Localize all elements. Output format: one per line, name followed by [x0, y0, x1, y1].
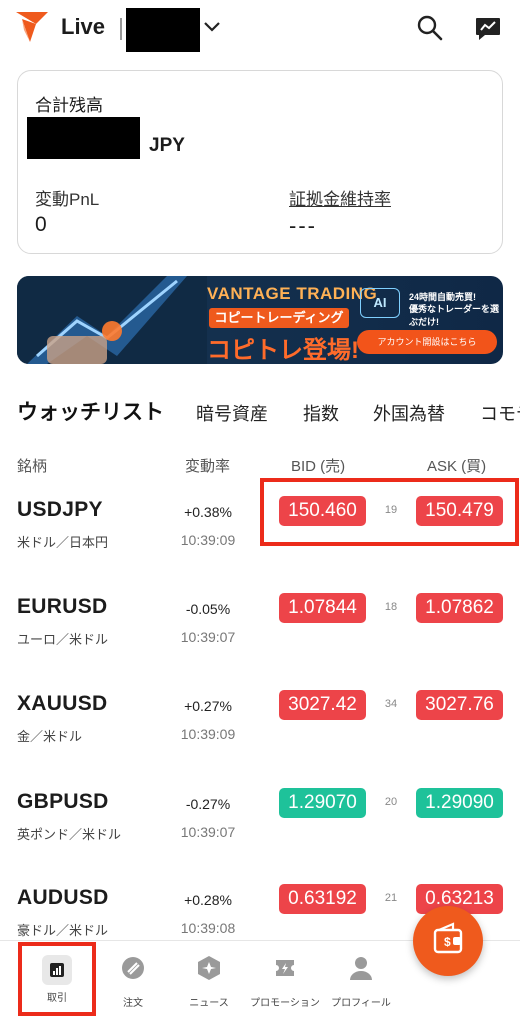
nav-label: 注文: [123, 998, 143, 1009]
row-time: 10:39:09: [180, 532, 236, 548]
row-spread: 21: [384, 892, 398, 904]
row-spread: 20: [384, 796, 398, 808]
header-divider: [120, 18, 122, 40]
tab-forex[interactable]: 外国為替: [373, 400, 445, 426]
tab-commodities[interactable]: コモデ: [480, 400, 520, 426]
row-description: 豪ドル／米ドル: [17, 923, 109, 938]
profile-icon: [350, 957, 372, 980]
search-icon[interactable]: [416, 14, 444, 42]
svg-text:$: $: [444, 935, 451, 949]
row-description: 金／米ドル: [17, 729, 83, 744]
row-symbol: XAUUSD: [17, 692, 108, 715]
table-row[interactable]: GBPUSD 英ポンド／米ドル -0.27% 10:39:07 1.29070 …: [0, 780, 520, 878]
banner-title: VANTAGE TRADING: [207, 284, 378, 303]
row-change: -0.05%: [185, 601, 231, 617]
row-change: +0.28%: [184, 892, 232, 908]
market-tabs: ウォッチリスト 暗号資産 指数 外国為替 コモデ: [0, 392, 520, 432]
nav-item-profile[interactable]: プロフィール: [321, 955, 401, 1009]
column-symbol: 銘柄: [17, 458, 48, 475]
row-time: 10:39:09: [180, 726, 236, 742]
tab-watchlist[interactable]: ウォッチリスト: [17, 396, 164, 426]
promo-banner[interactable]: VANTAGE TRADING コピートレーディング コピトレ登場! AI 24…: [17, 276, 503, 364]
open-account-button[interactable]: アカウント開設はこちら: [357, 330, 497, 354]
wallet-fab-button[interactable]: $: [413, 906, 483, 976]
row-time: 10:39:07: [180, 629, 236, 645]
chevron-down-icon[interactable]: [203, 20, 221, 34]
row-change: -0.27%: [185, 796, 231, 812]
account-mode-label[interactable]: Live: [61, 14, 105, 40]
row-description: 英ポンド／米ドル: [17, 827, 122, 842]
bid-price-button[interactable]: 3027.42: [279, 690, 366, 720]
margin-level-value: ---: [289, 213, 317, 238]
table-row[interactable]: XAUUSD 金／米ドル +0.27% 10:39:09 3027.42 34 …: [0, 682, 520, 780]
top-header: Live: [0, 0, 520, 58]
price-highlight-annotation: [260, 478, 519, 546]
bid-price-button[interactable]: 1.29070: [279, 788, 366, 818]
nav-item-promotions[interactable]: プロモーション: [245, 955, 325, 1009]
row-description: ユーロ／米ドル: [17, 632, 109, 647]
row-time: 10:39:08: [180, 920, 236, 936]
balance-currency: JPY: [149, 135, 185, 156]
balance-card: 合計残高 JPY 変動PnL 0 証拠金維持率 ---: [17, 70, 503, 254]
bid-price-button[interactable]: 0.63192: [279, 884, 366, 914]
row-symbol: USDJPY: [17, 498, 103, 521]
account-selector-redacted[interactable]: [126, 8, 200, 52]
ask-price-button[interactable]: 3027.76: [416, 690, 503, 720]
tab-indices[interactable]: 指数: [303, 400, 339, 426]
table-row[interactable]: EURUSD ユーロ／米ドル -0.05% 10:39:07 1.07844 1…: [0, 585, 520, 683]
floating-pnl-label: 変動PnL: [35, 190, 100, 209]
row-symbol: AUDUSD: [17, 886, 109, 909]
ai-badge: AI: [360, 288, 400, 318]
bid-price-button[interactable]: 1.07844: [279, 593, 366, 623]
row-change: +0.27%: [184, 698, 232, 714]
banner-subtitle: コピートレーディング: [209, 308, 349, 328]
wallet-dollar-icon: $: [433, 922, 463, 954]
nav-highlight-annotation: [18, 942, 96, 1016]
total-balance-label: 合計残高: [35, 96, 103, 115]
vantage-logo-icon: [16, 12, 48, 42]
row-description: 米ドル／日本円: [17, 535, 109, 550]
news-icon: [198, 956, 220, 980]
banner-chart-graphic: [17, 276, 207, 364]
banner-headline: コピトレ登場!: [207, 337, 359, 364]
row-symbol: EURUSD: [17, 595, 108, 618]
row-change: +0.38%: [184, 504, 232, 520]
order-icon: [122, 957, 144, 979]
floating-pnl-value: 0: [35, 213, 47, 236]
row-time: 10:39:07: [180, 824, 236, 840]
row-symbol: GBPUSD: [17, 790, 109, 813]
nav-label: プロフィール: [331, 998, 391, 1009]
total-balance-value-redacted: [27, 117, 140, 159]
margin-level-label[interactable]: 証拠金維持率: [289, 185, 391, 210]
tab-crypto[interactable]: 暗号資産: [196, 400, 268, 426]
ask-price-button[interactable]: 1.07862: [416, 593, 503, 623]
column-ask: ASK (買): [427, 458, 487, 475]
promotion-icon: [276, 960, 294, 976]
ask-price-button[interactable]: 1.29090: [416, 788, 503, 818]
row-spread: 34: [384, 698, 398, 710]
nav-item-orders[interactable]: 注文: [93, 955, 173, 1009]
nav-item-news[interactable]: ニュース: [169, 955, 249, 1009]
row-spread: 18: [384, 601, 398, 613]
column-change: 変動率: [185, 458, 231, 475]
chart-message-icon[interactable]: [474, 14, 502, 42]
nav-label: ニュース: [189, 998, 229, 1009]
nav-label: プロモーション: [250, 998, 320, 1009]
column-bid: BID (売): [291, 458, 346, 475]
banner-ai-text-2: 優秀なトレーダーを選ぶだけ!: [409, 304, 500, 327]
